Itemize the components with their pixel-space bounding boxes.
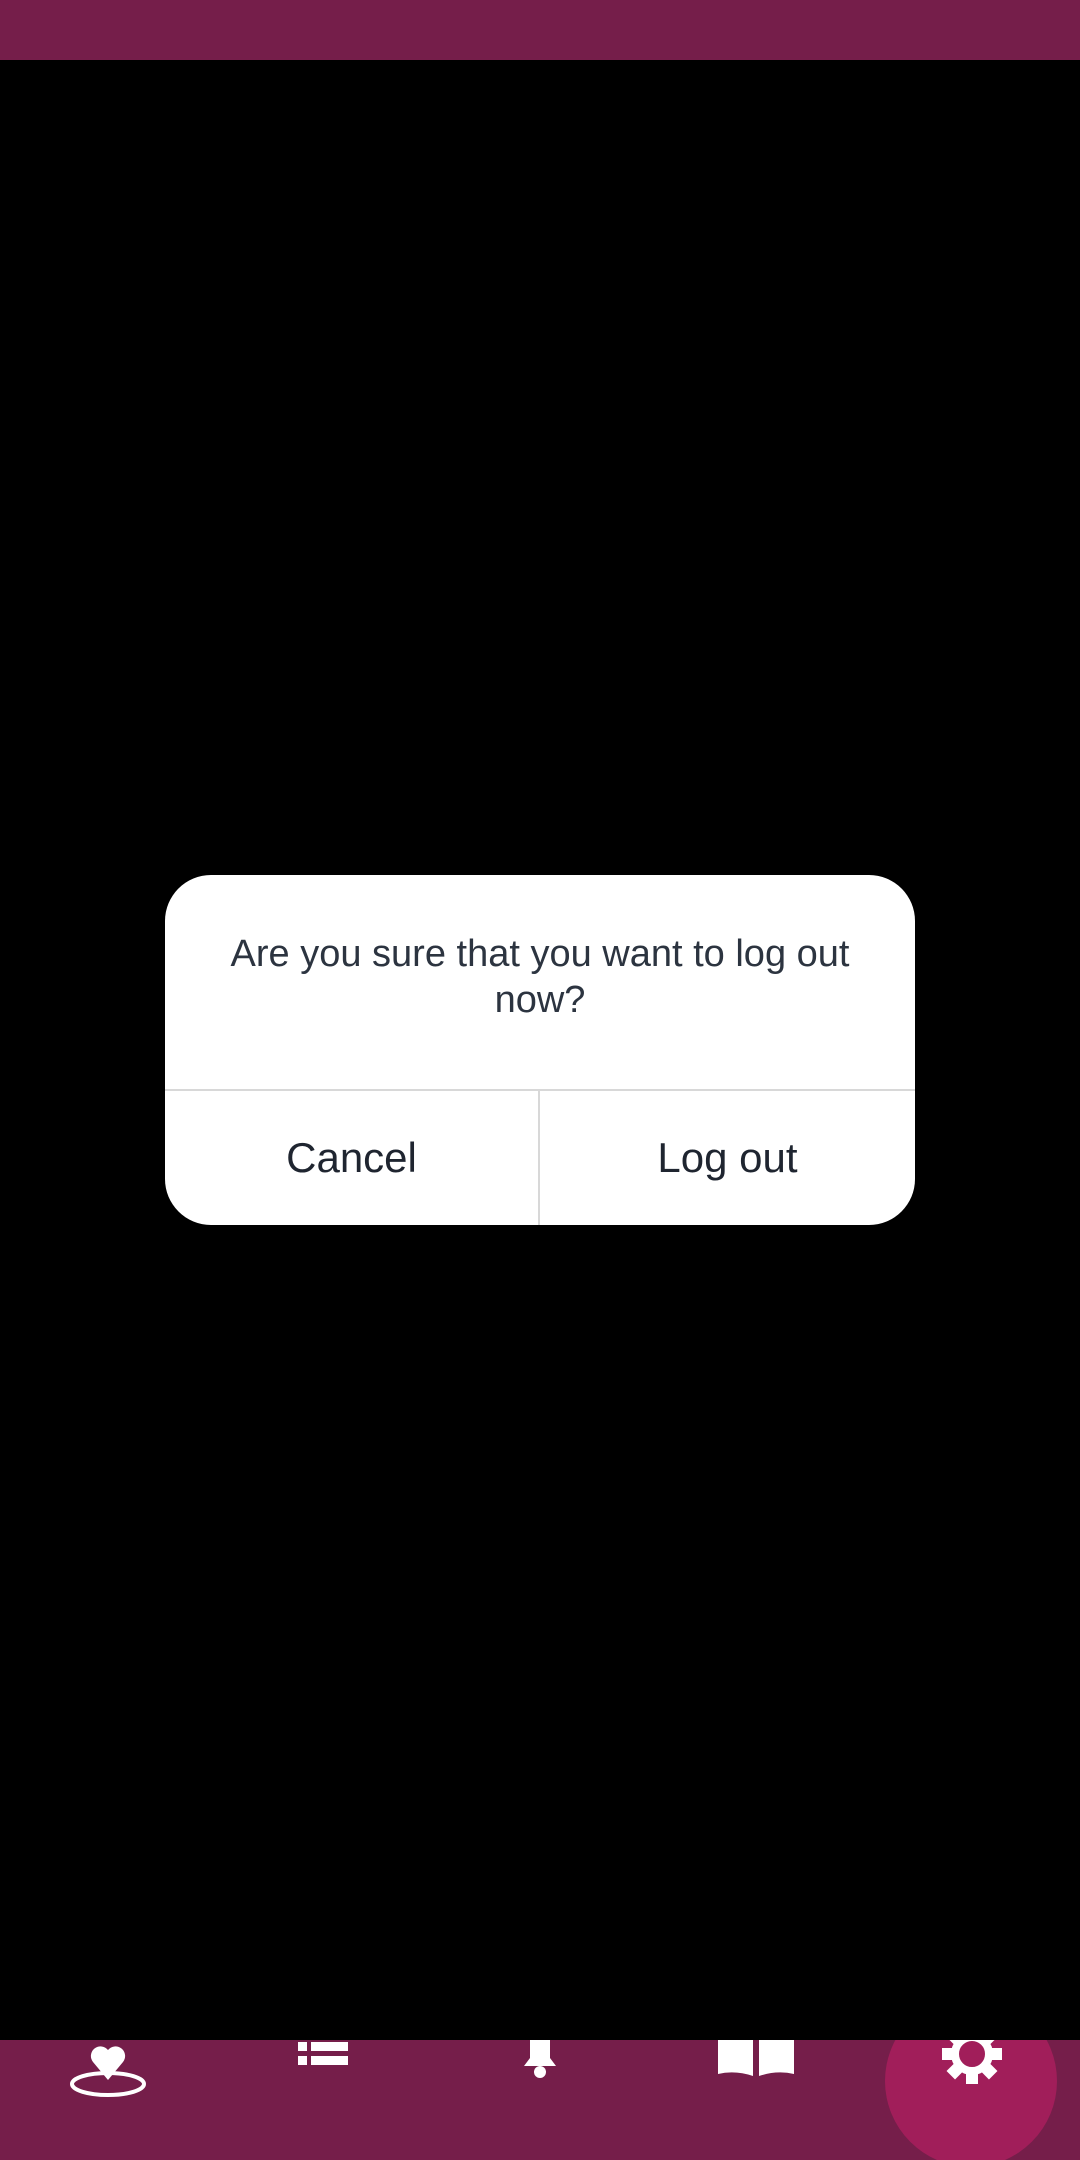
- location-heart-icon: [70, 2046, 146, 2097]
- log-out-button[interactable]: Log out: [540, 1091, 915, 1225]
- cancel-button[interactable]: Cancel: [165, 1091, 538, 1225]
- logout-confirm-dialog: Are you sure that you want to log out no…: [165, 875, 915, 1225]
- status-bar: [0, 0, 1080, 60]
- screen: Are you sure that you want to log out no…: [0, 0, 1080, 2160]
- nav-item-places[interactable]: [0, 2040, 216, 2160]
- dialog-message: Are you sure that you want to log out no…: [230, 933, 850, 1021]
- nav-item-list[interactable]: [216, 2040, 432, 2160]
- nav-item-settings[interactable]: [864, 2040, 1080, 2160]
- book-icon: [718, 2040, 794, 2076]
- bell-icon: [524, 2040, 556, 2078]
- bottom-navigation: [0, 2040, 1080, 2160]
- nav-item-notifications[interactable]: [432, 2040, 648, 2160]
- gear-icon: [942, 2040, 1002, 2084]
- nav-item-guide[interactable]: [648, 2040, 864, 2160]
- list-icon: [298, 2042, 348, 2065]
